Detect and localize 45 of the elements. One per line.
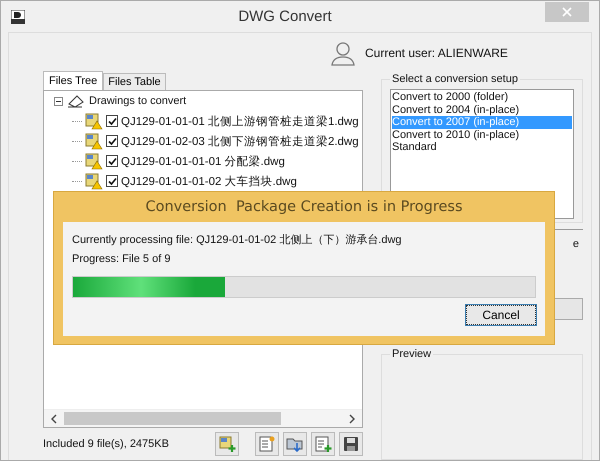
file-warning-icon xyxy=(85,152,103,170)
checkbox[interactable] xyxy=(106,115,118,127)
scroll-right-icon[interactable] xyxy=(348,414,356,424)
tree-item-label[interactable]: QJ129-01-01-01 北侧上游钢管桩走道梁1.dwg xyxy=(121,114,359,128)
cancel-button[interactable]: Cancel xyxy=(466,305,536,325)
setup-option[interactable]: Standard xyxy=(392,141,572,154)
user-icon xyxy=(331,40,355,66)
scroll-left-icon[interactable] xyxy=(50,414,58,424)
progress-text: Progress: File 5 of 9 xyxy=(72,253,172,267)
file-warning-icon xyxy=(85,172,103,190)
add-list-button[interactable] xyxy=(311,432,335,456)
checkbox[interactable] xyxy=(106,135,118,147)
drawing-icon xyxy=(67,94,85,108)
group-label-fragment: e xyxy=(572,238,579,252)
current-user-label: Current user: ALIENWARE xyxy=(365,46,508,60)
group-title: Select a conversion setup xyxy=(391,73,519,85)
list-settings-button[interactable] xyxy=(255,432,279,456)
tree-item-label[interactable]: QJ129-01-02-03 北侧下游钢管桩走道梁2.dwg xyxy=(121,134,359,148)
save-button[interactable] xyxy=(339,432,363,456)
tab[interactable]: Files Tree xyxy=(43,71,104,90)
close-icon xyxy=(562,6,572,16)
file-warning-icon xyxy=(85,112,103,130)
group-title: Preview xyxy=(391,348,432,360)
save-icon xyxy=(342,435,360,453)
list-add-icon xyxy=(314,435,332,453)
scrollbar-thumb[interactable] xyxy=(64,412,281,425)
setup-option[interactable]: Convert to 2010 (in-place) xyxy=(392,128,572,141)
tree-item-label[interactable]: QJ129-01-01-01-02 大车挡块.dwg xyxy=(121,174,297,188)
checkbox[interactable] xyxy=(106,155,118,167)
tree-item-label[interactable]: QJ129-01-01-01-01 分配梁.dwg xyxy=(121,154,285,168)
collapse-icon[interactable] xyxy=(54,96,63,106)
setup-option[interactable]: Convert to 2004 (in-place) xyxy=(392,104,572,116)
window-title: DWG Convert xyxy=(237,8,333,25)
setup-option[interactable]: Convert to 2000 (folder) xyxy=(392,91,572,104)
checkbox[interactable] xyxy=(106,175,118,187)
add-drawing-button[interactable] xyxy=(215,432,239,456)
add-image-icon xyxy=(218,435,236,453)
folder-download-button[interactable] xyxy=(283,432,307,456)
tab[interactable]: Files Table xyxy=(103,73,166,90)
status-text: Included 9 file(s), 2475KB xyxy=(43,438,170,450)
file-warning-icon xyxy=(85,132,103,150)
list-icon xyxy=(258,435,276,453)
app-logo-icon xyxy=(11,10,25,24)
tree-root-label[interactable]: Drawings to convert xyxy=(89,95,186,107)
current-file-text: Currently processing file: QJ129-01-01-02 北侧上（下）游承台.dwg xyxy=(72,233,403,248)
